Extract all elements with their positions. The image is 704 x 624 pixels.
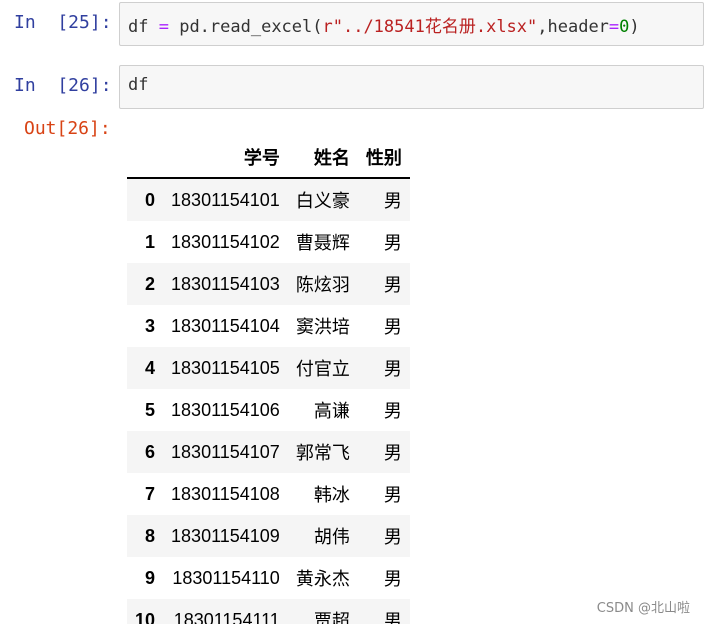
code-token: ) (629, 17, 640, 37)
table-row: 3 18301154104 窦洪培 男 (127, 305, 410, 347)
gender-cell: 男 (383, 359, 402, 379)
gender-cell: 男 (383, 569, 402, 589)
student-id-cell: 18301154104 (171, 315, 280, 336)
row-index: 1 (145, 231, 156, 252)
table-row: 6 18301154107 郭常飞 男 (127, 431, 410, 473)
student-id-cell: 18301154107 (171, 441, 280, 462)
code-editor[interactable]: df = pd.read_excel(r"../18541花名册.xlsx",h… (119, 2, 704, 46)
code-cell-26[interactable]: In [26]: df (0, 63, 704, 111)
code-editor[interactable]: df (119, 65, 704, 109)
row-index: 0 (145, 189, 156, 210)
name-cell: 黄永杰 (295, 569, 350, 589)
name-cell: 窦洪培 (295, 317, 350, 337)
table-row: 0 18301154101 白义豪 男 (127, 178, 410, 221)
code-token: 0 (619, 17, 630, 37)
code-cell-25[interactable]: In [25]: df = pd.read_excel(r"../18541花名… (0, 0, 704, 48)
row-index: 6 (145, 441, 156, 462)
student-id-cell: 18301154108 (171, 483, 280, 504)
name-cell: 曹聂辉 (295, 233, 350, 253)
gender-cell: 男 (383, 485, 402, 505)
code-token: df (128, 75, 149, 95)
row-index: 10 (135, 609, 156, 624)
index-header (127, 137, 164, 179)
student-id-cell: 18301154102 (171, 231, 280, 252)
code-token: r"../18541花名册.xlsx" (322, 17, 538, 37)
name-cell: 韩冰 (313, 485, 350, 505)
student-id-cell: 18301154101 (171, 189, 280, 210)
table-header-row: 学号 姓名 性别 (127, 137, 410, 179)
student-id-cell: 18301154105 (171, 357, 280, 378)
notebook-page: In [25]: df = pd.read_excel(r"../18541花名… (0, 0, 704, 624)
name-cell: 贾超 (313, 611, 350, 624)
table-row: 8 18301154109 胡伟 男 (127, 515, 410, 557)
row-index: 7 (145, 483, 156, 504)
code-token: = (158, 17, 169, 37)
code-line[interactable]: df (128, 75, 148, 95)
column-header-gender: 性别 (357, 137, 410, 179)
table-row: 9 18301154110 黄永杰 男 (127, 557, 410, 599)
gender-cell: 男 (383, 275, 402, 295)
output-prompt: Out[26]: (24, 118, 111, 139)
student-id-cell: 18301154110 (172, 567, 280, 588)
watermark: CSDN @北山啦 (596, 601, 690, 616)
code-token: df (128, 17, 159, 37)
student-id-cell: 18301154103 (171, 273, 280, 294)
student-id-cell: 18301154109 (171, 525, 280, 546)
name-cell: 白义豪 (295, 191, 350, 211)
table-row: 2 18301154103 陈炫羽 男 (127, 263, 410, 305)
code-token: pd.read_excel( (168, 17, 323, 37)
input-prompt: In [25]: (14, 12, 112, 33)
row-index: 3 (145, 315, 156, 336)
code-token: = (608, 17, 620, 37)
name-cell: 胡伟 (313, 527, 350, 547)
row-index: 5 (145, 399, 156, 420)
gender-cell: 男 (383, 401, 402, 421)
gender-cell: 男 (383, 191, 402, 211)
gender-cell: 男 (383, 527, 402, 547)
column-header-name: 姓名 (287, 137, 358, 179)
code-token: ,header (537, 17, 609, 37)
table-row: 10 18301154111 贾超 男 (127, 599, 410, 624)
student-id-cell: 18301154111 (173, 609, 280, 624)
column-header-student-id: 学号 (163, 137, 288, 179)
table-row: 7 18301154108 韩冰 男 (127, 473, 410, 515)
name-cell: 郭常飞 (295, 443, 350, 463)
student-id-cell: 18301154106 (171, 399, 280, 420)
code-line[interactable]: df = pd.read_excel(r"../18541花名册.xlsx",h… (128, 12, 640, 37)
name-cell: 付官立 (295, 359, 350, 379)
table-row: 5 18301154106 高谦 男 (127, 389, 410, 431)
gender-cell: 男 (383, 443, 402, 463)
name-cell: 高谦 (313, 401, 350, 421)
dataframe-table: 学号 姓名 性别 0 18301154101 白义豪男 1 18301154102 曹聂辉… (127, 137, 410, 624)
gender-cell: 男 (383, 611, 402, 624)
row-index: 2 (145, 273, 156, 294)
name-cell: 陈炫羽 (295, 275, 350, 295)
gender-cell: 男 (383, 233, 402, 253)
gender-cell: 男 (383, 317, 402, 337)
table-row: 1 18301154102 曹聂辉 男 (127, 221, 410, 263)
table-row: 4 18301154105 付官立 男 (127, 347, 410, 389)
row-index: 9 (145, 567, 156, 588)
input-prompt: In [26]: (14, 75, 112, 96)
row-index: 4 (145, 357, 156, 378)
row-index: 8 (145, 525, 156, 546)
